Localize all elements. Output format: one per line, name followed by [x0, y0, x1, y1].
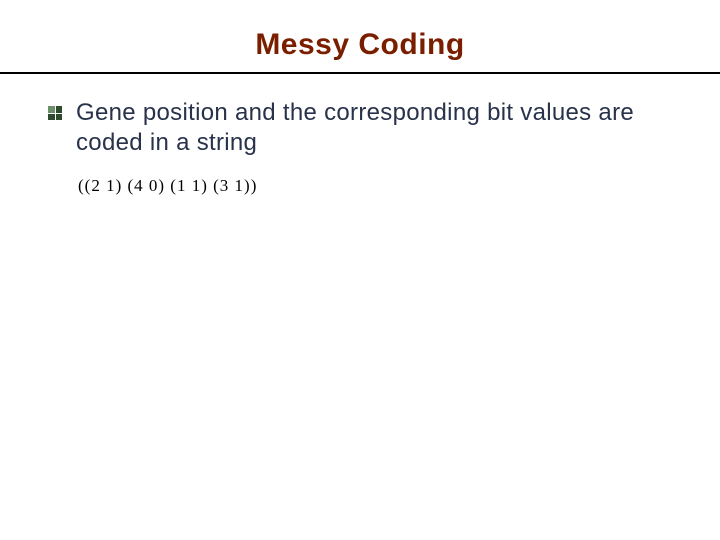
- slide-title: Messy Coding: [0, 28, 720, 62]
- title-wrap: Messy Coding: [0, 28, 720, 70]
- code-example: ((2 1) (4 0) (1 1) (3 1)): [78, 176, 672, 196]
- bullet-text: Gene position and the corresponding bit …: [76, 98, 672, 158]
- bullet-item: Gene position and the corresponding bit …: [48, 98, 672, 158]
- square-bullet-icon: [48, 106, 62, 120]
- slide-body: Gene position and the corresponding bit …: [0, 74, 720, 196]
- slide: Messy Coding Gene position and the corre…: [0, 0, 720, 540]
